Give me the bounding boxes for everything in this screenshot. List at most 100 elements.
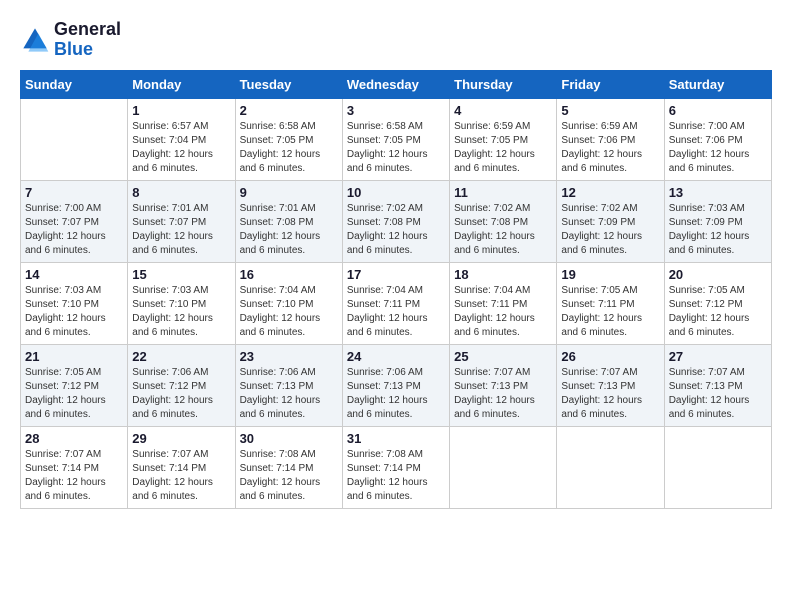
day-number: 10 (347, 185, 445, 200)
week-row-1: 1Sunrise: 6:57 AM Sunset: 7:04 PM Daylig… (21, 98, 772, 180)
calendar-cell: 10 Sunrise: 7:02 AM Sunset: 7:08 PM Dayli… (342, 180, 449, 262)
week-row-3: 14 Sunrise: 7:03 AM Sunset: 7:10 PM Dayli… (21, 262, 772, 344)
day-info: Sunrise: 7:02 AM Sunset: 7:08 PM Dayligh… (347, 202, 445, 258)
day-info: Sunrise: 6:59 AM Sunset: 7:06 PM Dayligh… (561, 120, 659, 176)
day-number: 27 (669, 349, 767, 364)
calendar-cell: 18Sunrise: 7:04 AM Sunset: 7:11 PM Dayli… (450, 262, 557, 344)
calendar-cell: 14 Sunrise: 7:03 AM Sunset: 7:10 PM Dayli… (21, 262, 128, 344)
day-info: Sunrise: 7:03 AM Sunset: 7:09 PM Dayligh… (669, 202, 767, 258)
day-header-sunday: Sunday (21, 70, 128, 98)
calendar-cell: 23 Sunrise: 7:06 AM Sunset: 7:13 PM Dayli… (235, 344, 342, 426)
calendar-cell: 1Sunrise: 6:57 AM Sunset: 7:04 PM Daylig… (128, 98, 235, 180)
calendar-cell (664, 426, 771, 508)
calendar-cell: 2 Sunrise: 6:58 AM Sunset: 7:05 PM Daylig… (235, 98, 342, 180)
week-row-4: 21 Sunrise: 7:05 AM Sunset: 7:12 PM Dayli… (21, 344, 772, 426)
calendar-cell (450, 426, 557, 508)
day-number: 23 (240, 349, 338, 364)
calendar-cell: 11Sunrise: 7:02 AM Sunset: 7:08 PM Dayli… (450, 180, 557, 262)
calendar-cell: 9 Sunrise: 7:01 AM Sunset: 7:08 PM Daylig… (235, 180, 342, 262)
calendar-cell: 26 Sunrise: 7:07 AM Sunset: 7:13 PM Dayli… (557, 344, 664, 426)
calendar-table: SundayMondayTuesdayWednesdayThursdayFrid… (20, 70, 772, 509)
day-info: Sunrise: 7:08 AM Sunset: 7:14 PM Dayligh… (347, 448, 445, 504)
day-number: 17 (347, 267, 445, 282)
calendar-cell: 31 Sunrise: 7:08 AM Sunset: 7:14 PM Dayli… (342, 426, 449, 508)
calendar-cell: 12 Sunrise: 7:02 AM Sunset: 7:09 PM Dayli… (557, 180, 664, 262)
calendar-cell: 27Sunrise: 7:07 AM Sunset: 7:13 PM Dayli… (664, 344, 771, 426)
day-number: 18 (454, 267, 552, 282)
day-header-saturday: Saturday (664, 70, 771, 98)
day-info: Sunrise: 7:07 AM Sunset: 7:14 PM Dayligh… (25, 448, 123, 504)
day-number: 31 (347, 431, 445, 446)
calendar-cell: 22 Sunrise: 7:06 AM Sunset: 7:12 PM Dayli… (128, 344, 235, 426)
day-info: Sunrise: 7:00 AM Sunset: 7:07 PM Dayligh… (25, 202, 123, 258)
calendar-cell: 13Sunrise: 7:03 AM Sunset: 7:09 PM Dayli… (664, 180, 771, 262)
calendar-cell: 17 Sunrise: 7:04 AM Sunset: 7:11 PM Dayli… (342, 262, 449, 344)
day-number: 19 (561, 267, 659, 282)
calendar-cell: 5 Sunrise: 6:59 AM Sunset: 7:06 PM Daylig… (557, 98, 664, 180)
day-number: 9 (240, 185, 338, 200)
day-number: 2 (240, 103, 338, 118)
week-row-2: 7 Sunrise: 7:00 AM Sunset: 7:07 PM Daylig… (21, 180, 772, 262)
day-info: Sunrise: 7:06 AM Sunset: 7:13 PM Dayligh… (347, 366, 445, 422)
day-info: Sunrise: 7:01 AM Sunset: 7:07 PM Dayligh… (132, 202, 230, 258)
day-info: Sunrise: 7:07 AM Sunset: 7:13 PM Dayligh… (561, 366, 659, 422)
logo: General Blue (20, 20, 121, 60)
day-info: Sunrise: 7:01 AM Sunset: 7:08 PM Dayligh… (240, 202, 338, 258)
day-number: 26 (561, 349, 659, 364)
day-info: Sunrise: 7:08 AM Sunset: 7:14 PM Dayligh… (240, 448, 338, 504)
calendar-cell: 6 Sunrise: 7:00 AM Sunset: 7:06 PM Daylig… (664, 98, 771, 180)
day-number: 7 (25, 185, 123, 200)
day-info: Sunrise: 7:07 AM Sunset: 7:13 PM Dayligh… (454, 366, 552, 422)
day-header-friday: Friday (557, 70, 664, 98)
day-info: Sunrise: 7:04 AM Sunset: 7:10 PM Dayligh… (240, 284, 338, 340)
page-header: General Blue (20, 20, 772, 60)
day-info: Sunrise: 7:03 AM Sunset: 7:10 PM Dayligh… (25, 284, 123, 340)
day-info: Sunrise: 7:03 AM Sunset: 7:10 PM Dayligh… (132, 284, 230, 340)
week-row-5: 28 Sunrise: 7:07 AM Sunset: 7:14 PM Dayli… (21, 426, 772, 508)
day-info: Sunrise: 6:59 AM Sunset: 7:05 PM Dayligh… (454, 120, 552, 176)
calendar-cell: 29Sunrise: 7:07 AM Sunset: 7:14 PM Dayli… (128, 426, 235, 508)
day-info: Sunrise: 7:06 AM Sunset: 7:13 PM Dayligh… (240, 366, 338, 422)
day-number: 24 (347, 349, 445, 364)
day-number: 14 (25, 267, 123, 282)
calendar-cell: 16Sunrise: 7:04 AM Sunset: 7:10 PM Dayli… (235, 262, 342, 344)
day-info: Sunrise: 7:06 AM Sunset: 7:12 PM Dayligh… (132, 366, 230, 422)
day-number: 15 (132, 267, 230, 282)
day-number: 6 (669, 103, 767, 118)
day-number: 21 (25, 349, 123, 364)
day-header-monday: Monday (128, 70, 235, 98)
calendar-cell (557, 426, 664, 508)
calendar-cell: 19Sunrise: 7:05 AM Sunset: 7:11 PM Dayli… (557, 262, 664, 344)
calendar-cell: 30 Sunrise: 7:08 AM Sunset: 7:14 PM Dayli… (235, 426, 342, 508)
calendar-cell (21, 98, 128, 180)
day-number: 8 (132, 185, 230, 200)
calendar-cell: 25Sunrise: 7:07 AM Sunset: 7:13 PM Dayli… (450, 344, 557, 426)
day-info: Sunrise: 7:05 AM Sunset: 7:12 PM Dayligh… (25, 366, 123, 422)
day-number: 22 (132, 349, 230, 364)
calendar-cell: 4 Sunrise: 6:59 AM Sunset: 7:05 PM Daylig… (450, 98, 557, 180)
day-number: 28 (25, 431, 123, 446)
logo-text: General Blue (54, 20, 121, 60)
header-row: SundayMondayTuesdayWednesdayThursdayFrid… (21, 70, 772, 98)
calendar-cell: 3Sunrise: 6:58 AM Sunset: 7:05 PM Daylig… (342, 98, 449, 180)
day-number: 3 (347, 103, 445, 118)
day-info: Sunrise: 6:58 AM Sunset: 7:05 PM Dayligh… (240, 120, 338, 176)
day-info: Sunrise: 7:02 AM Sunset: 7:09 PM Dayligh… (561, 202, 659, 258)
day-number: 30 (240, 431, 338, 446)
day-header-wednesday: Wednesday (342, 70, 449, 98)
day-number: 4 (454, 103, 552, 118)
day-info: Sunrise: 7:00 AM Sunset: 7:06 PM Dayligh… (669, 120, 767, 176)
logo-icon (20, 25, 50, 55)
calendar-cell: 24 Sunrise: 7:06 AM Sunset: 7:13 PM Dayli… (342, 344, 449, 426)
day-number: 5 (561, 103, 659, 118)
calendar-cell: 21 Sunrise: 7:05 AM Sunset: 7:12 PM Dayli… (21, 344, 128, 426)
day-info: Sunrise: 7:04 AM Sunset: 7:11 PM Dayligh… (347, 284, 445, 340)
day-info: Sunrise: 6:57 AM Sunset: 7:04 PM Dayligh… (132, 120, 230, 176)
day-info: Sunrise: 7:02 AM Sunset: 7:08 PM Dayligh… (454, 202, 552, 258)
day-header-tuesday: Tuesday (235, 70, 342, 98)
calendar-cell: 28 Sunrise: 7:07 AM Sunset: 7:14 PM Dayli… (21, 426, 128, 508)
day-number: 20 (669, 267, 767, 282)
day-number: 29 (132, 431, 230, 446)
day-number: 12 (561, 185, 659, 200)
calendar-cell: 7 Sunrise: 7:00 AM Sunset: 7:07 PM Daylig… (21, 180, 128, 262)
